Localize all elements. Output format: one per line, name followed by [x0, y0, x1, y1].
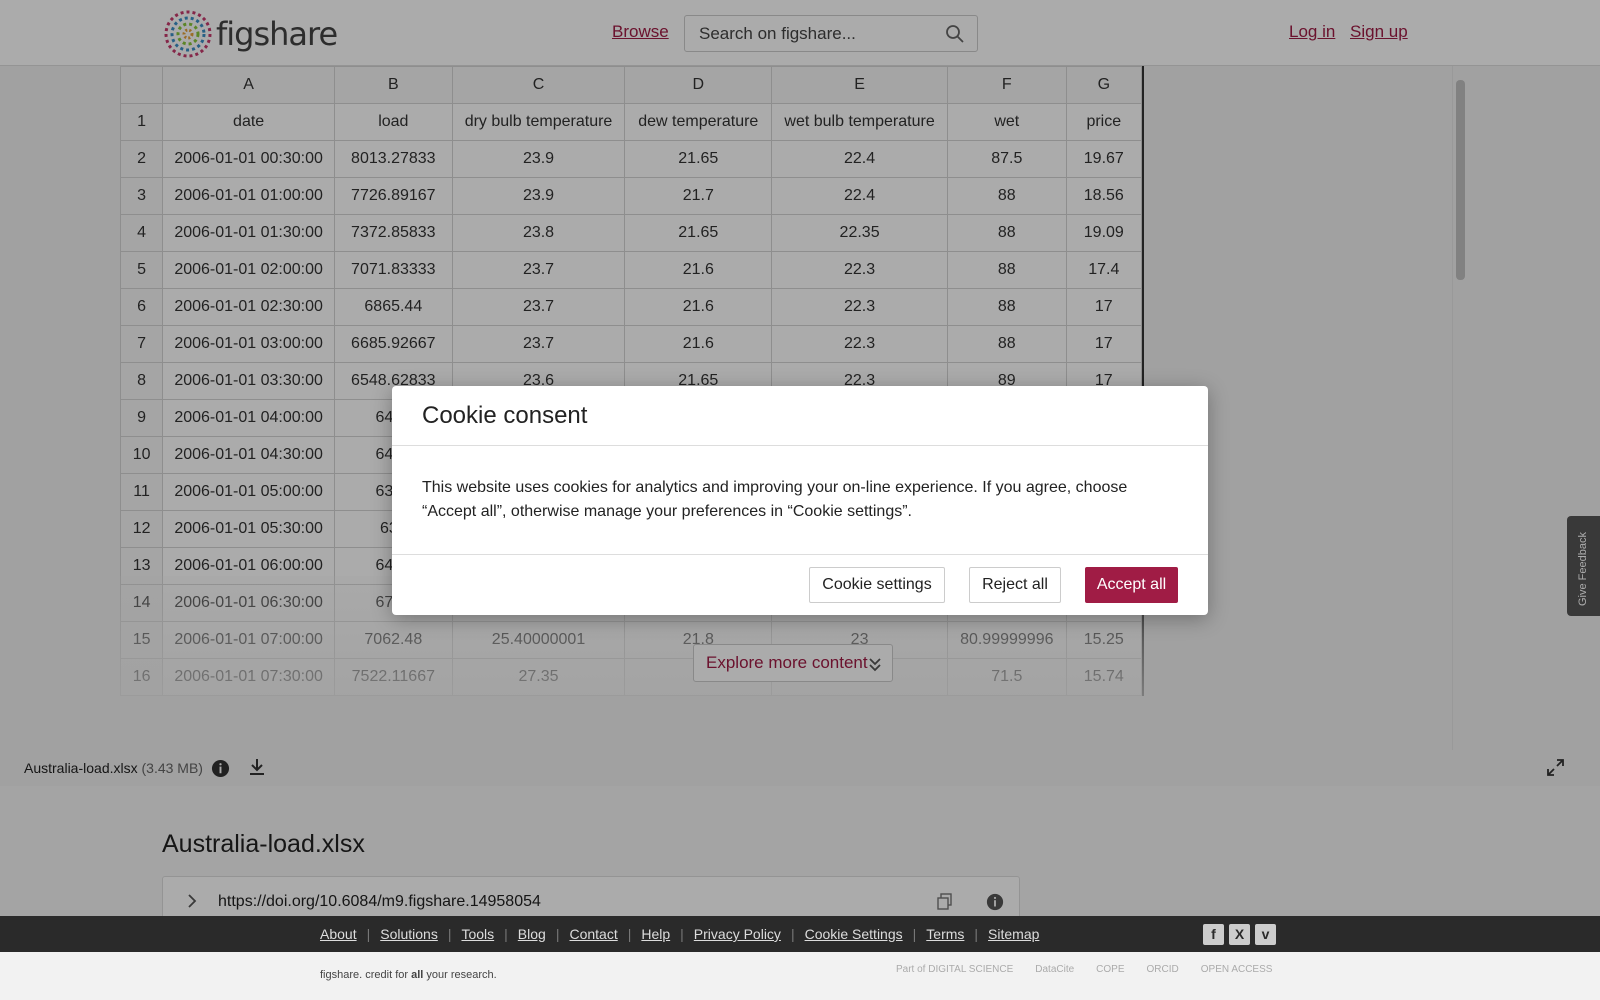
dialog-divider — [392, 445, 1208, 446]
partner-logos: Part of DIGITAL SCIENCE DataCite COPE OR… — [896, 964, 1272, 975]
footer-separator: | — [366, 926, 371, 942]
cookie-settings-button[interactable]: Cookie settings — [809, 567, 945, 603]
reject-all-button[interactable]: Reject all — [969, 567, 1061, 603]
footer-link[interactable]: Blog — [518, 926, 546, 942]
orcid-logo[interactable]: ORCID — [1147, 964, 1179, 975]
datacite-logo[interactable]: DataCite — [1035, 964, 1074, 975]
tagline-text: . credit for — [359, 969, 412, 981]
vimeo-icon[interactable]: v — [1255, 924, 1276, 945]
footer-tagline: figshare. credit for all your research. — [320, 969, 497, 981]
dialog-divider — [392, 554, 1208, 555]
footer-separator: | — [627, 926, 632, 942]
footer-link[interactable]: Sitemap — [988, 926, 1039, 942]
tagline-brand: figshare — [320, 969, 360, 981]
footer-link[interactable]: Cookie Settings — [805, 926, 903, 942]
footer-separator: | — [790, 926, 795, 942]
tagline-bold: all — [411, 969, 424, 981]
digital-science-logo[interactable]: Part of DIGITAL SCIENCE — [896, 964, 1013, 975]
social-links: f X v — [1203, 924, 1276, 945]
footer-links: About | Solutions | Tools | Blog | Contact | Help |… — [320, 926, 1039, 942]
accept-all-button[interactable]: Accept all — [1085, 567, 1178, 603]
x-twitter-icon[interactable]: X — [1229, 924, 1250, 945]
footer-separator: | — [447, 926, 452, 942]
footer-separator: | — [912, 926, 917, 942]
footer-separator: | — [974, 926, 979, 942]
cookie-consent-dialog: Cookie consent This website uses cookies… — [392, 386, 1208, 615]
dialog-title: Cookie consent — [422, 402, 588, 429]
cope-logo[interactable]: COPE — [1096, 964, 1124, 975]
footer-link[interactable]: Help — [641, 926, 670, 942]
footer-link[interactable]: Contact — [569, 926, 617, 942]
footer-links-bar: About | Solutions | Tools | Blog | Contact | Help |… — [0, 916, 1600, 952]
footer-link[interactable]: Terms — [926, 926, 964, 942]
tagline-text-end: your research. — [423, 969, 497, 981]
footer-separator: | — [504, 926, 508, 942]
footer-bottom: figshare. credit for all your research. … — [0, 952, 1600, 1000]
footer-separator: | — [680, 926, 684, 942]
footer-link[interactable]: Tools — [461, 926, 494, 942]
footer-link[interactable]: Solutions — [380, 926, 438, 942]
open-access-logo[interactable]: OPEN ACCESS — [1201, 964, 1273, 975]
dialog-body: This website uses cookies for analytics … — [422, 479, 1128, 520]
facebook-icon[interactable]: f — [1203, 924, 1224, 945]
footer-separator: | — [555, 926, 560, 942]
footer-link[interactable]: About — [320, 926, 357, 942]
footer-link[interactable]: Privacy Policy — [694, 926, 781, 942]
